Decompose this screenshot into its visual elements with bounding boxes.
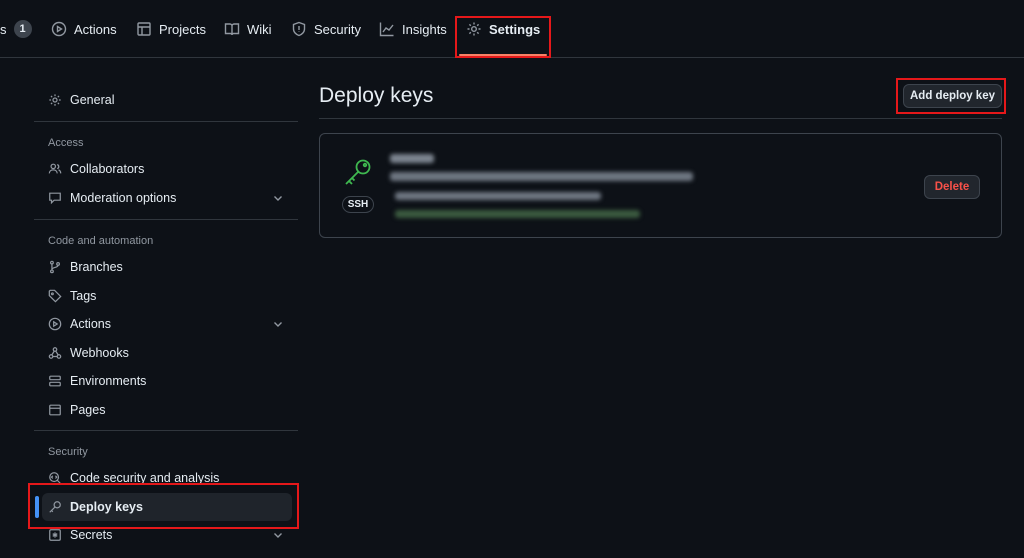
sidebar-item-general[interactable]: General [42, 86, 292, 114]
sidebar-item-environments[interactable]: Environments [42, 367, 292, 395]
sidebar-divider [34, 430, 298, 431]
tab-label: s [0, 21, 7, 37]
tab-label: Insights [402, 21, 447, 37]
selected-indicator [35, 496, 39, 518]
sidebar-item-label: Branches [70, 260, 123, 274]
sidebar-item-secrets[interactable]: Secrets [42, 521, 292, 549]
sidebar-item-label: Webhooks [70, 346, 129, 360]
key-icon [342, 156, 374, 188]
chevron-down-icon [274, 196, 282, 201]
sidebar-item-label: General [70, 93, 115, 107]
sidebar-item-label: Collaborators [70, 162, 145, 176]
sidebar-divider [34, 121, 298, 122]
sidebar-item-label: Actions [70, 317, 111, 331]
sidebar-item-pages[interactable]: Pages [42, 396, 292, 424]
table-icon [137, 22, 151, 36]
chevron-down-icon [274, 322, 282, 327]
tab-label: Security [314, 21, 361, 37]
ssh-badge: SSH [342, 196, 374, 213]
tab-label: Settings [489, 21, 541, 37]
tab-issues-partial[interactable]: s 1 [0, 17, 32, 41]
comment-icon [49, 192, 61, 205]
webhook-icon [48, 347, 62, 359]
sidebar-item-deploy-keys[interactable]: Deploy keys [42, 493, 292, 521]
redacted-key-title [390, 154, 434, 163]
sidebar-item-label: Environments [70, 374, 147, 388]
gear-icon [467, 22, 481, 36]
sidebar-item-tags[interactable]: Tags [42, 282, 292, 310]
book-icon [224, 23, 240, 36]
sidebar-item-collaborators[interactable]: Collaborators [42, 155, 292, 183]
sidebar-item-label: Pages [70, 403, 106, 417]
browser-icon [49, 404, 61, 416]
tab-label: Actions [74, 21, 117, 37]
redacted-added-info [395, 192, 601, 200]
people-icon [48, 163, 62, 174]
graph-icon [379, 22, 394, 37]
sidebar-item-label: Tags [70, 289, 97, 303]
tab-security[interactable]: Security [291, 17, 361, 41]
sidebar-item-branches[interactable]: Branches [42, 253, 292, 281]
tab-actions[interactable]: Actions [51, 17, 117, 41]
deploy-key-card: SSH Delete [319, 133, 1002, 238]
play-icon [51, 21, 67, 37]
sidebar-heading-security: Security [48, 446, 88, 458]
sidebar-item-moderation[interactable]: Moderation options [42, 184, 292, 212]
tag-icon [48, 289, 62, 303]
play-icon [48, 317, 62, 331]
title-divider [319, 118, 1002, 119]
asterisk-icon [49, 529, 61, 541]
tab-wiki[interactable]: Wiki [224, 17, 272, 41]
chevron-down-icon [274, 533, 282, 538]
sidebar-item-label: Code security and analysis [70, 471, 220, 485]
sidebar-item-webhooks[interactable]: Webhooks [42, 339, 292, 367]
tab-label: Projects [159, 21, 206, 37]
sidebar-item-label: Moderation options [70, 191, 177, 205]
counter-badge: 1 [13, 20, 32, 38]
sidebar-heading-access: Access [48, 137, 84, 149]
tab-projects[interactable]: Projects [136, 17, 206, 41]
redacted-last-used [395, 210, 640, 218]
tab-label: Wiki [247, 21, 272, 37]
sidebar-heading-code: Code and automation [48, 235, 154, 247]
sidebar-item-code-security[interactable]: Code security and analysis [42, 464, 292, 492]
sidebar-item-label: Deploy keys [70, 500, 143, 514]
redacted-fingerprint [390, 172, 693, 181]
key-icon [49, 501, 61, 513]
add-deploy-key-button[interactable]: Add deploy key [903, 84, 1002, 108]
delete-key-button[interactable]: Delete [924, 175, 980, 199]
sidebar-item-label: Secrets [70, 528, 113, 542]
server-icon [49, 375, 61, 387]
page-title: Deploy keys [319, 84, 434, 107]
active-tab-underline [459, 54, 547, 56]
shield-icon [292, 21, 306, 37]
sidebar-item-actions[interactable]: Actions [42, 310, 292, 338]
codescan-icon [49, 472, 61, 484]
branch-icon [50, 260, 60, 274]
tab-insights[interactable]: Insights [379, 17, 447, 41]
repo-nav: s 1 Actions Projects Wiki Security Insig… [0, 0, 1024, 58]
gear-icon [49, 94, 61, 106]
tab-settings[interactable]: Settings [466, 17, 540, 41]
sidebar-divider [34, 219, 298, 220]
